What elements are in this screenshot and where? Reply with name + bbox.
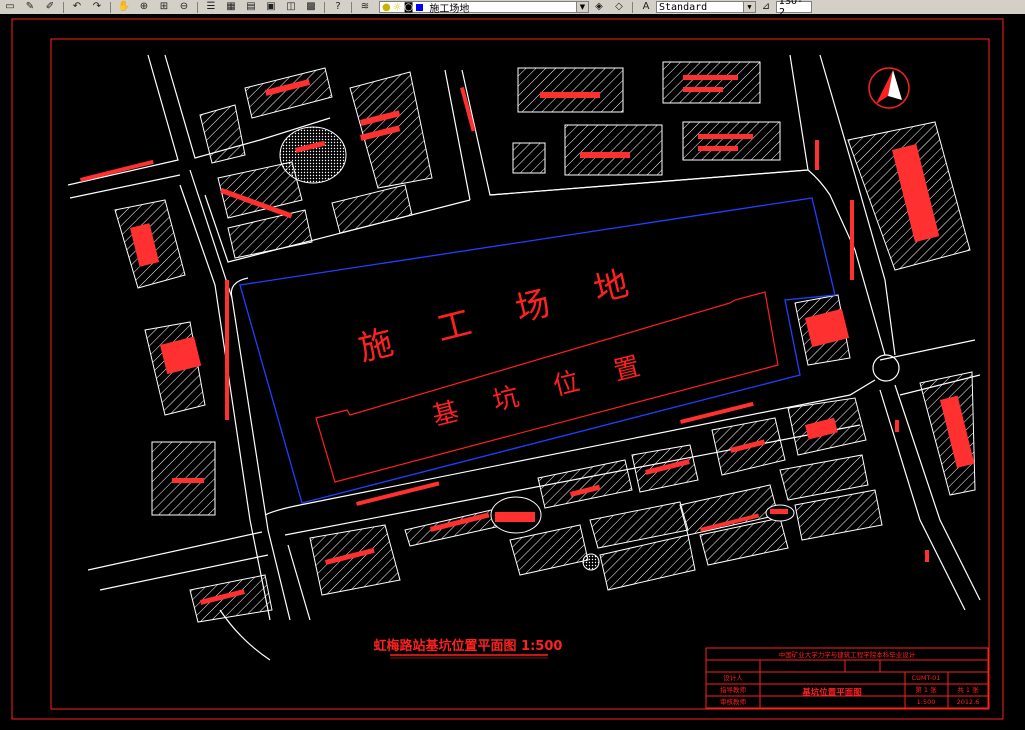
brush-icon[interactable]: ✐ — [42, 1, 58, 13]
dim-style-value: ISO-2 — [779, 0, 804, 15]
circular-plaza — [279, 126, 347, 184]
title-block-checker: 指导教师 — [720, 685, 747, 694]
title-block-date: 2012.6 — [957, 698, 980, 706]
markup-icon[interactable]: ◫ — [283, 1, 299, 13]
pan-icon[interactable]: ✋ — [116, 1, 132, 13]
chevron-down-icon[interactable]: ▼ — [743, 2, 755, 12]
toolbar-separator — [632, 1, 633, 13]
canvas-background — [0, 14, 1025, 730]
redo-icon[interactable]: ↷ — [89, 1, 105, 13]
pencil-icon[interactable]: ✎ — [22, 1, 38, 13]
zoom-previous-icon[interactable]: ⊖ — [176, 1, 192, 13]
sheet-set-icon[interactable]: ▣ — [263, 1, 279, 13]
title-block-university: 中国矿业大学力学与建筑工程学院本科毕业设计 — [779, 650, 916, 659]
title-block-reviewer: 审核教师 — [720, 697, 747, 706]
dim-style-dropdown[interactable]: ISO-2 — [776, 0, 812, 15]
layer-previous-icon[interactable]: ◇ — [611, 1, 627, 13]
dim-style-icon[interactable]: ⊿ — [758, 1, 774, 13]
toolbar-separator — [351, 1, 352, 13]
layer-manager-icon[interactable]: ≋ — [357, 1, 373, 13]
calculator-icon[interactable]: ▩ — [303, 1, 319, 13]
toolbar-separator — [324, 1, 325, 13]
title-block-drawing-no: CUMT-01 — [912, 674, 941, 682]
make-layer-current-icon[interactable]: ◈ — [591, 1, 607, 13]
lock-icon: ◙ — [403, 1, 414, 13]
title-block-drawing-name: 基坑位置平面图 — [801, 687, 862, 698]
title-block-total: 共 1 张 — [957, 685, 979, 694]
title-block-scale: 1:500 — [917, 698, 936, 706]
design-center-icon[interactable]: ▦ — [223, 1, 239, 13]
title-block-designer: 设计人 — [723, 673, 743, 682]
current-layer-name: 施工场地 — [429, 3, 470, 15]
zoom-realtime-icon[interactable]: ⊕ — [136, 1, 152, 13]
drawing-title: 虹梅路站基坑位置平面图 1:500 — [374, 638, 563, 654]
lightbulb-icon: ● — [382, 1, 391, 13]
chevron-down-icon[interactable]: ▼ — [576, 2, 588, 12]
zoom-window-icon[interactable]: ⊞ — [156, 1, 172, 13]
drawing-canvas[interactable]: 施 工 场 地 基 坑 位 置 虹梅路站基坑位置平面图 1:500 中国矿业大学… — [0, 14, 1025, 730]
cad-toolbar: ▭ ✎ ✐ ↶ ↷ ✋ ⊕ ⊞ ⊖ ☰ ▦ ▤ ▣ ◫ ▩ ? ≋ ● ☼ ◙ … — [0, 0, 1025, 15]
small-round-marker — [582, 553, 600, 571]
color-swatch-icon — [416, 3, 424, 11]
text-style-value: Standard — [659, 1, 708, 13]
sun-icon: ☼ — [392, 1, 402, 13]
text-style-icon[interactable]: A — [638, 1, 654, 13]
text-style-dropdown[interactable]: Standard ▼ — [656, 1, 756, 13]
undo-icon[interactable]: ↶ — [69, 1, 85, 13]
open-icon[interactable]: ▭ — [2, 1, 18, 13]
title-block-sheet: 第 1 张 — [915, 685, 937, 694]
tool-palette-icon[interactable]: ▤ — [243, 1, 259, 13]
toolbar-separator — [63, 1, 64, 13]
layer-dropdown[interactable]: ● ☼ ◙ 施工场地 ▼ — [379, 1, 589, 15]
toolbar-separator — [197, 1, 198, 13]
toolbar-separator — [110, 1, 111, 13]
help-icon[interactable]: ? — [330, 1, 346, 13]
properties-icon[interactable]: ☰ — [203, 1, 219, 13]
